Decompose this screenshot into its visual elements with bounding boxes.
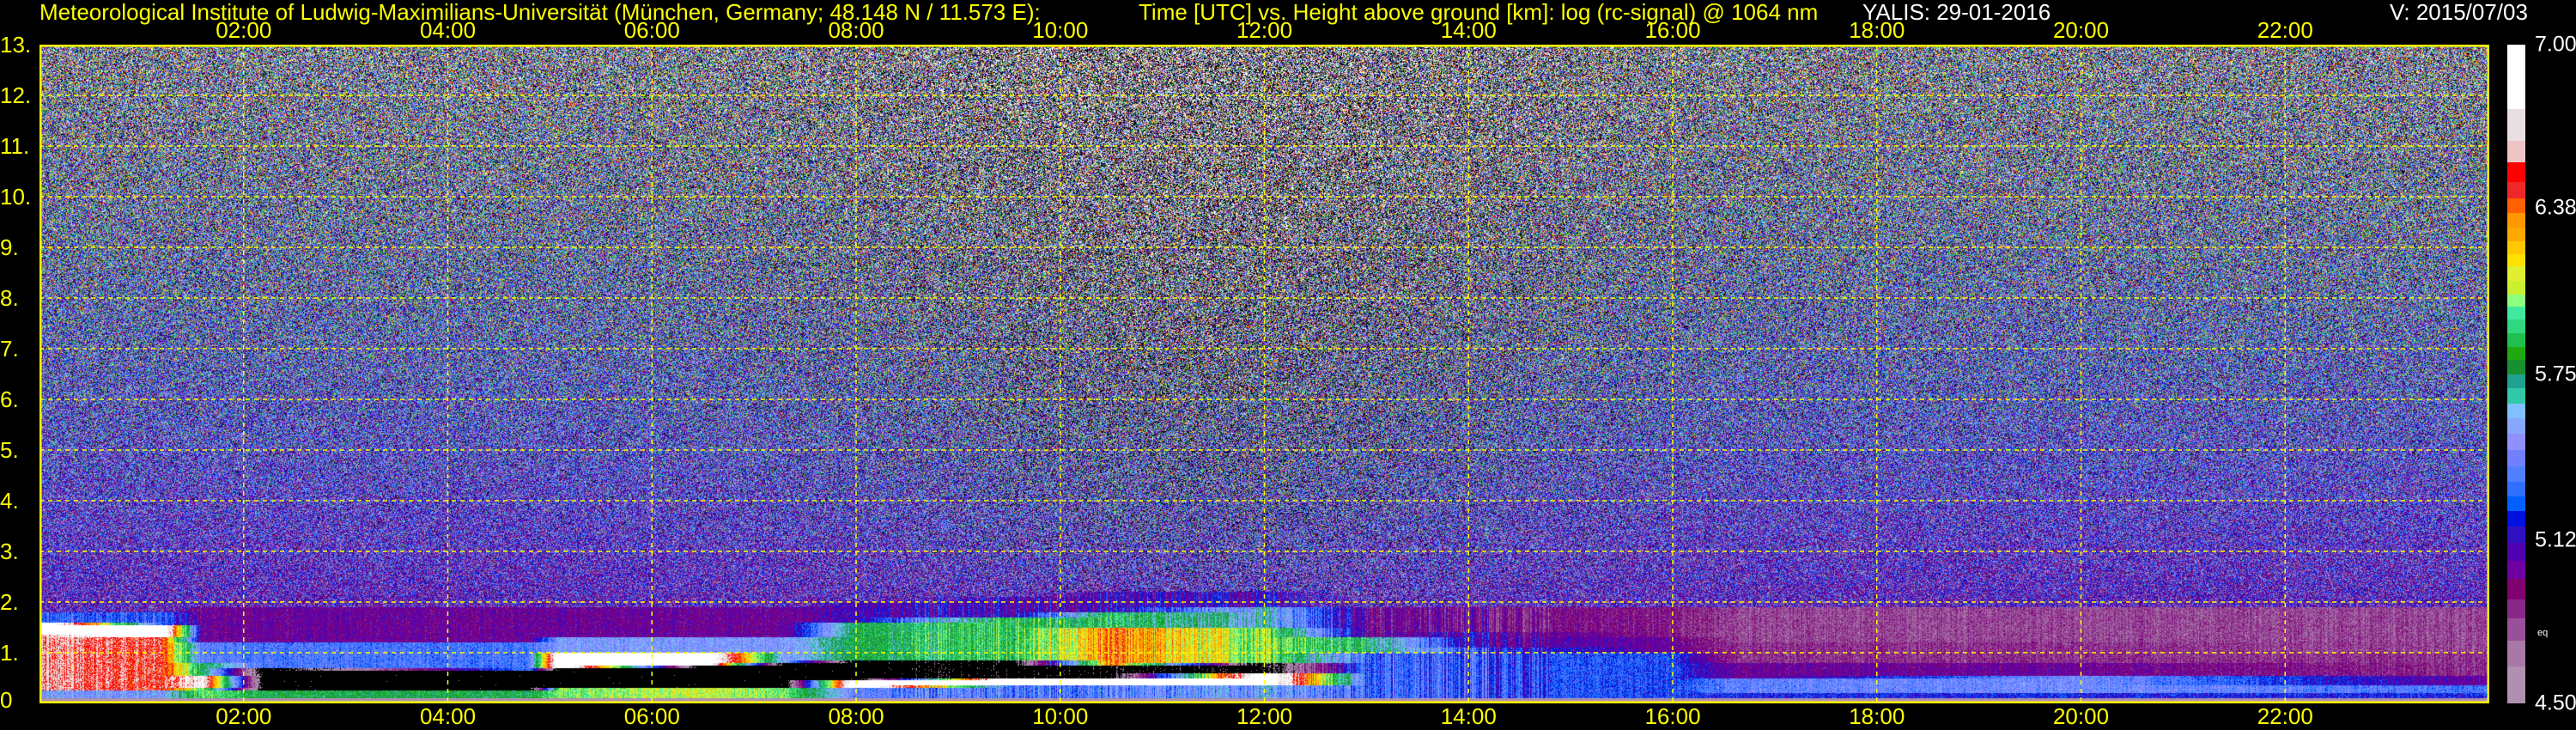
y-tick-label: 1. xyxy=(0,640,19,666)
x-tick-label-top: 08:00 xyxy=(828,17,884,43)
y-tick-label: 4. xyxy=(0,488,19,514)
x-tick-label-bottom: 18:00 xyxy=(1849,703,1905,729)
colorbar-segment xyxy=(2507,599,2525,619)
colorbar-segment xyxy=(2507,641,2525,667)
y-tick-label: 8. xyxy=(0,285,19,311)
x-tick-label-top: 12:00 xyxy=(1236,17,1293,43)
colorbar-tick-label: 6.38 xyxy=(2535,195,2576,220)
colorbar-segment xyxy=(2507,434,2525,451)
colorbar xyxy=(2507,45,2525,704)
colorbar-segment xyxy=(2507,561,2525,580)
colorbar-tick-label: 7.00 xyxy=(2535,32,2576,57)
colorbar-segment xyxy=(2507,281,2525,295)
colorbar-segment xyxy=(2507,465,2525,483)
x-tick-label-top: 20:00 xyxy=(2052,17,2110,43)
colorbar-segment xyxy=(2507,319,2525,334)
y-tick-label: 2. xyxy=(0,589,19,615)
version-label: V: 2015/07/03 xyxy=(2390,0,2528,25)
x-tick-label-bottom: 14:00 xyxy=(1440,703,1497,729)
colorbar-segment xyxy=(2507,347,2525,361)
colorbar-segment xyxy=(2507,579,2525,600)
x-tick-label-top: 06:00 xyxy=(623,17,680,43)
colorbar-segment xyxy=(2507,213,2525,228)
colorbar-segment xyxy=(2507,198,2525,214)
x-tick-label-top: 02:00 xyxy=(216,17,272,43)
colorbar-segment xyxy=(2507,45,2525,110)
y-tick-label: 3. xyxy=(0,538,19,564)
colorbar-segment xyxy=(2507,666,2525,704)
x-tick-label-top: 16:00 xyxy=(1644,17,1701,43)
lidar-plot-area xyxy=(39,45,2489,703)
colorbar-segment xyxy=(2507,374,2525,389)
colorbar-segment xyxy=(2507,240,2525,255)
colorbar-segment xyxy=(2507,510,2525,527)
x-tick-label-bottom: 20:00 xyxy=(2052,703,2110,729)
colorbar-segment xyxy=(2507,332,2525,348)
y-tick-label: 13. xyxy=(0,32,32,58)
x-tick-label-bottom: 02:00 xyxy=(216,703,272,729)
y-tick-label: 10. xyxy=(0,184,32,210)
colorbar-segment xyxy=(2507,617,2525,642)
colorbar-segment xyxy=(2507,109,2525,141)
colorbar-segment xyxy=(2507,526,2525,544)
colorbar-segment xyxy=(2507,403,2525,419)
y-tick-label: 11. xyxy=(0,133,30,159)
colorbar-segment xyxy=(2507,228,2525,242)
colorbar-tick-label: 5.12 xyxy=(2535,527,2576,552)
colorbar-segment xyxy=(2507,543,2525,562)
y-tick-label: 7. xyxy=(0,336,19,362)
colorbar-segment xyxy=(2507,294,2525,307)
x-tick-label-top: 22:00 xyxy=(2257,17,2313,43)
x-tick-label-bottom: 16:00 xyxy=(1644,703,1701,729)
x-tick-label-top: 18:00 xyxy=(1849,17,1905,43)
colorbar-segment xyxy=(2507,388,2525,405)
y-tick-label: 9. xyxy=(0,234,19,260)
colorbar-segment xyxy=(2507,417,2525,435)
x-tick-label-top: 04:00 xyxy=(419,17,477,43)
colorbar-segment xyxy=(2507,496,2525,512)
colorbar-segment xyxy=(2507,266,2525,282)
plot-grid xyxy=(39,45,2489,703)
colorbar-segment xyxy=(2507,481,2525,497)
colorbar-segment xyxy=(2507,182,2525,199)
x-tick-label-bottom: 12:00 xyxy=(1236,703,1293,729)
colorbar-segment xyxy=(2507,161,2525,183)
colorbar-segment xyxy=(2507,307,2525,320)
x-tick-label-top: 14:00 xyxy=(1440,17,1497,43)
colorbar-segment xyxy=(2507,359,2525,374)
y-tick-label: 5. xyxy=(0,437,19,463)
y-tick-label: 6. xyxy=(0,386,19,412)
x-tick-label-bottom: 06:00 xyxy=(623,703,680,729)
y-tick-label: 0 xyxy=(0,687,13,713)
x-tick-label-bottom: 04:00 xyxy=(419,703,477,729)
y-tick-label: 12. xyxy=(0,82,32,108)
x-tick-label-bottom: 10:00 xyxy=(1032,703,1089,729)
colorbar-segment xyxy=(2507,449,2525,467)
colorbar-tick-label: 4.50 xyxy=(2535,690,2576,715)
colorbar-tick-label: 5.75 xyxy=(2535,362,2576,386)
x-tick-label-top: 10:00 xyxy=(1032,17,1089,43)
x-tick-label-bottom: 22:00 xyxy=(2257,703,2313,729)
colorbar-segment xyxy=(2507,140,2525,162)
x-tick-label-bottom: 08:00 xyxy=(828,703,884,729)
colorbar-segment xyxy=(2507,253,2525,267)
institute-title: Meteorological Institute of Ludwig-Maxim… xyxy=(39,0,1041,25)
colorbar-note: eq xyxy=(2537,628,2549,638)
